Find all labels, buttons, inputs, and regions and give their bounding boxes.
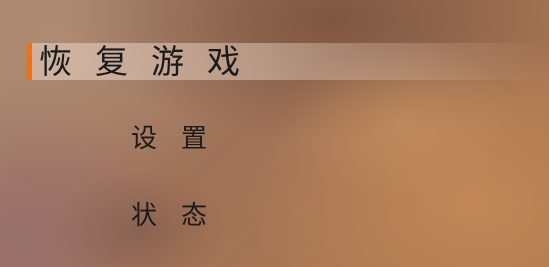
menu-item-label: 状态 <box>131 201 232 231</box>
menu-item-label: 设置 <box>131 124 232 154</box>
pause-menu: 恢复游戏 设置 状态 <box>0 0 549 267</box>
menu-item-resume-game[interactable]: 恢复游戏 <box>27 43 549 80</box>
menu-item-status[interactable]: 状态 <box>131 198 231 234</box>
selection-marker <box>27 43 32 80</box>
menu-item-label: 恢复游戏 <box>39 42 263 81</box>
menu-item-settings[interactable]: 设置 <box>131 121 231 157</box>
